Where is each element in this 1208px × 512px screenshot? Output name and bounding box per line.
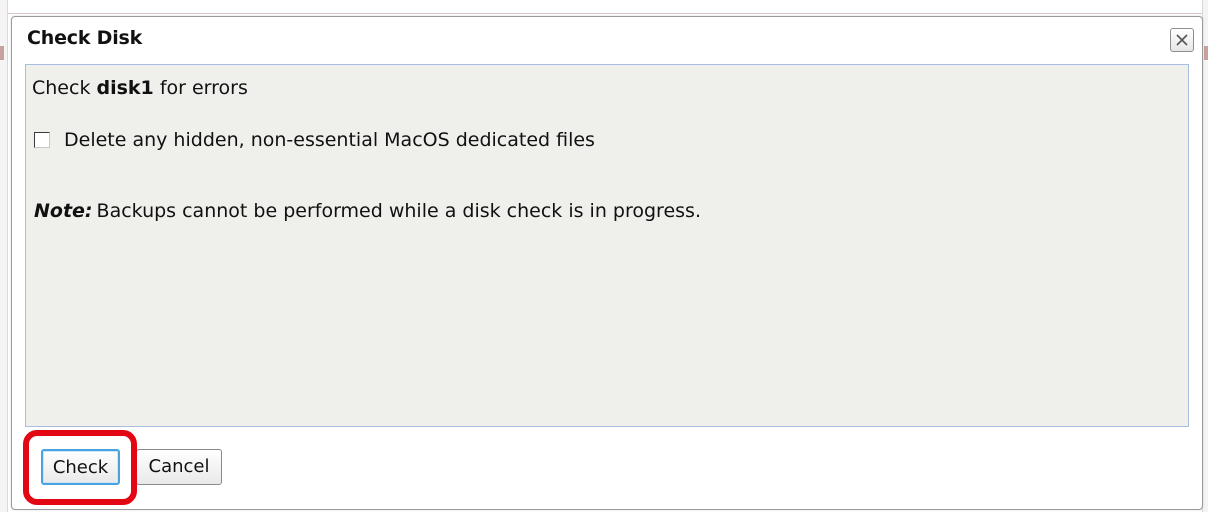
delete-hidden-files-option[interactable]: Delete any hidden, non-essential MacOS d…	[34, 129, 595, 151]
note-label: Note:	[34, 200, 93, 222]
dialog-title: Check Disk	[27, 27, 143, 49]
check-message: Check disk1 for errors	[32, 77, 248, 99]
close-icon	[1176, 34, 1188, 46]
delete-hidden-files-checkbox[interactable]	[34, 132, 50, 148]
background-window-edge-top	[0, 0, 1208, 14]
background-mark-right	[1204, 46, 1208, 60]
delete-hidden-files-label[interactable]: Delete any hidden, non-essential MacOS d…	[64, 129, 595, 151]
check-disk-dialog: Check Disk Check disk1 for errors Delete…	[11, 16, 1203, 510]
check-message-prefix: Check	[32, 77, 97, 99]
dialog-content-panel: Check disk1 for errors Delete any hidden…	[25, 64, 1189, 427]
cancel-button[interactable]: Cancel	[136, 449, 222, 485]
background-window-edge-left	[0, 0, 8, 512]
disk-name: disk1	[96, 77, 154, 99]
backup-note: Note: Backups cannot be performed while a…	[34, 200, 701, 222]
note-text: Backups cannot be performed while a disk…	[96, 200, 701, 222]
background-mark-left	[0, 46, 4, 60]
close-button[interactable]	[1170, 28, 1194, 52]
check-button[interactable]: Check	[41, 449, 120, 485]
check-message-suffix: for errors	[153, 77, 248, 99]
